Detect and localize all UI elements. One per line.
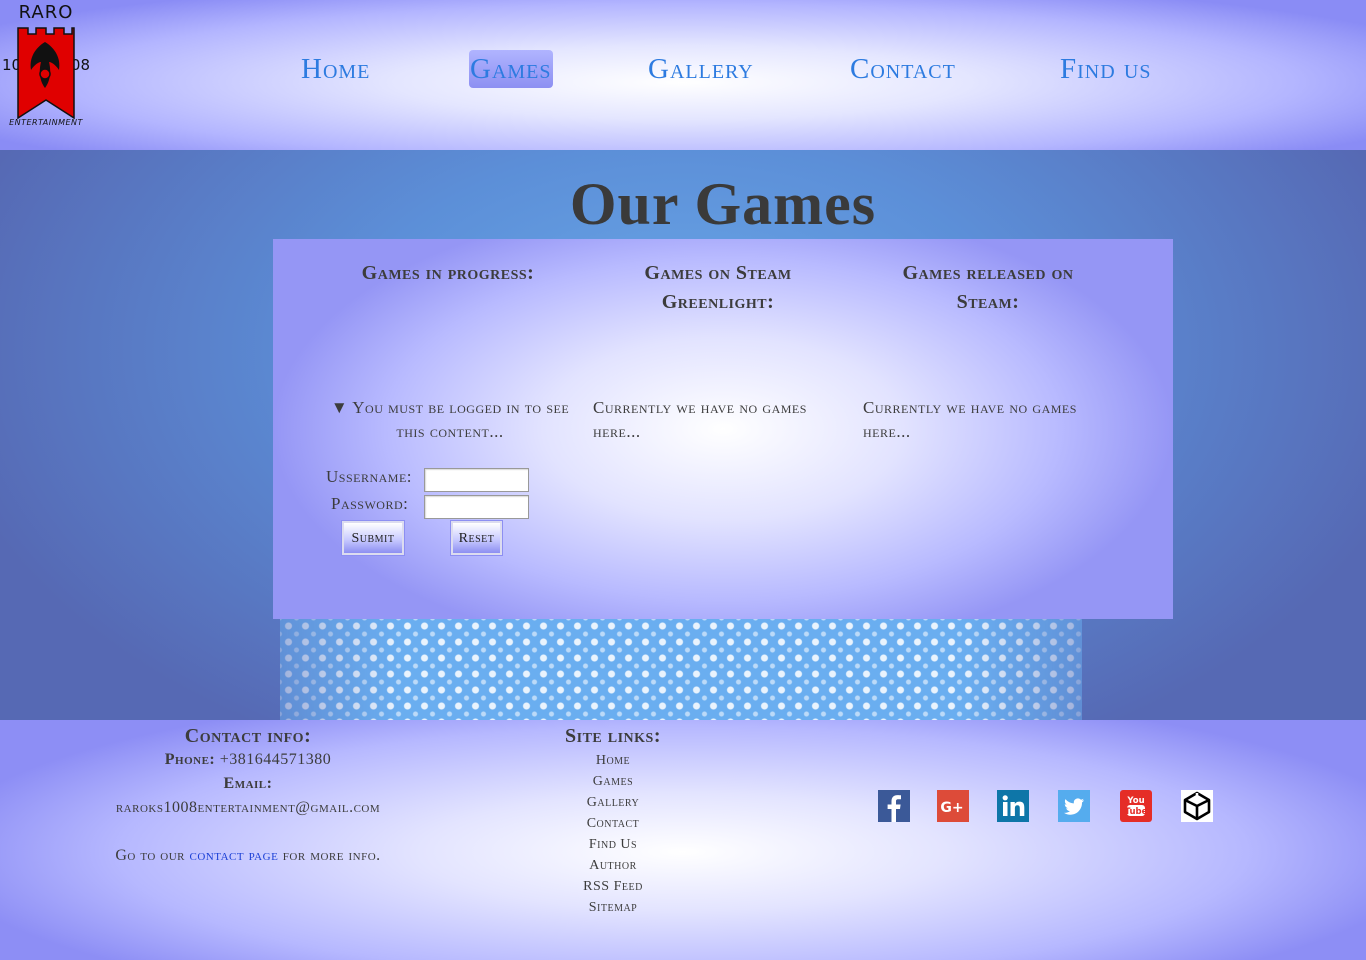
- phone-line: Phone: +381644571380: [68, 748, 428, 772]
- nav-gallery[interactable]: Gallery: [648, 50, 754, 88]
- footer-link-sitemap[interactable]: Sitemap: [533, 897, 693, 918]
- icon-wall-banner: [280, 618, 1082, 720]
- footer-link-find-us[interactable]: Find Us: [533, 834, 693, 855]
- email-value: raroks1008entertainment@gmail.com: [115, 799, 381, 816]
- password-label: Password:: [331, 494, 409, 513]
- nav-contact[interactable]: Contact: [850, 50, 956, 88]
- svg-text:Tube: Tube: [1125, 807, 1148, 817]
- games-released-heading: Games released on Steam:: [902, 262, 1074, 313]
- contact-note-suffix: for more info.: [282, 847, 381, 864]
- contact-note-prefix: Go to our: [115, 847, 186, 864]
- games-released-column: Games released on Steam:: [883, 259, 1093, 317]
- logo-bottom-text: ENTERTAINMENT: [9, 118, 83, 127]
- email-label: Email:: [223, 775, 273, 792]
- footer-link-gallery[interactable]: Gallery: [533, 792, 693, 813]
- footer-link-games[interactable]: Games: [533, 771, 693, 792]
- main-nav: Home Games Gallery Contact Find us: [0, 50, 1366, 88]
- games-panel: Games in progress: ▼ You must be logged …: [273, 239, 1173, 619]
- footer-link-contact[interactable]: Contact: [533, 813, 693, 834]
- google-plus-icon[interactable]: G+: [937, 790, 969, 822]
- email-label-line: Email:: [68, 772, 428, 796]
- released-empty-text: Currently we have no games here...: [863, 398, 1077, 441]
- games-greenlight-column: Games on Steam Greenlight:: [618, 259, 818, 317]
- games-in-progress-heading: Games in progress:: [361, 262, 535, 284]
- reset-button[interactable]: Reset: [451, 521, 502, 555]
- greenlight-empty-text: Currently we have no games here...: [593, 398, 807, 441]
- phone-value: +381644571380: [219, 751, 332, 768]
- unity-icon[interactable]: [1181, 790, 1213, 822]
- games-in-progress-column: Games in progress:: [313, 259, 583, 288]
- username-label: Ussername:: [326, 467, 413, 486]
- contact-page-note: Go to our contact page for more info.: [68, 844, 428, 868]
- page-title: Our Games: [569, 171, 877, 237]
- login-required-toggle[interactable]: ▼ You must be logged in to see this cont…: [325, 396, 575, 444]
- twitter-icon[interactable]: [1058, 790, 1090, 822]
- games-greenlight-heading: Games on Steam Greenlight:: [644, 262, 792, 313]
- contact-info-heading: Contact info:: [184, 725, 312, 747]
- nav-games[interactable]: Games: [469, 50, 553, 88]
- site-links-section: Site links: Home Games Gallery Contact F…: [533, 724, 693, 918]
- contact-info-section: Contact info: Phone: +381644571380 Email…: [68, 724, 428, 868]
- facebook-icon[interactable]: [878, 790, 910, 822]
- footer-link-home[interactable]: Home: [533, 750, 693, 771]
- svg-text:You: You: [1126, 796, 1144, 806]
- nav-home[interactable]: Home: [301, 50, 370, 88]
- site-header: RARO 10 08 ENTERTAINMENT Home Games Gall…: [0, 0, 1366, 150]
- footer-link-author[interactable]: Author: [533, 855, 693, 876]
- site-footer: Contact info: Phone: +381644571380 Email…: [0, 720, 1366, 960]
- logo-top-text: RARO: [18, 2, 74, 23]
- submit-button[interactable]: Submit: [342, 521, 404, 555]
- linkedin-icon[interactable]: [997, 790, 1029, 822]
- contact-page-link[interactable]: contact page: [190, 847, 279, 864]
- main-content: Our Games Games in progress: ▼ You must …: [0, 150, 1366, 720]
- phone-label: Phone:: [164, 751, 216, 768]
- youtube-icon[interactable]: You Tube: [1120, 790, 1152, 822]
- username-input[interactable]: [424, 468, 529, 492]
- site-links-heading: Site links:: [565, 725, 661, 747]
- svg-text:G+: G+: [940, 800, 963, 816]
- footer-link-rss-feed[interactable]: RSS Feed: [533, 876, 693, 897]
- nav-find-us[interactable]: Find us: [1060, 50, 1152, 88]
- password-input[interactable]: [424, 495, 529, 519]
